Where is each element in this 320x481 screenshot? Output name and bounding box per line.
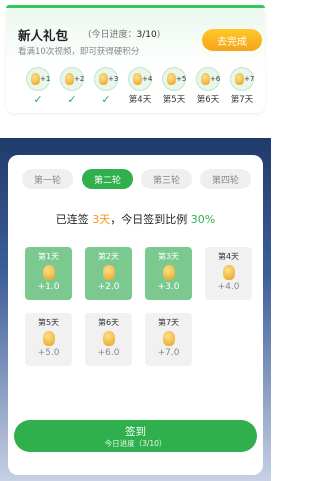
streak-days: 3天 — [92, 213, 111, 226]
coin-icon: +5 — [162, 67, 186, 91]
coin-icon — [102, 265, 115, 280]
signin-day-1: 第1天 +1.0 — [25, 247, 72, 300]
coin-icon — [102, 331, 115, 346]
tab-round-2[interactable]: 第二轮 — [82, 169, 133, 189]
coin-icon: +1 — [26, 67, 50, 91]
signin-day-label: 第4天 — [217, 252, 240, 261]
check-icon: ✓ — [33, 93, 43, 106]
gift-day-reward: +3 — [108, 75, 119, 83]
coin-icon: +7 — [230, 67, 254, 91]
gift-day-label: 第6天 — [196, 95, 220, 105]
gift-day-1: +1 ✓ — [24, 67, 52, 109]
check-icon: ✓ — [101, 93, 111, 106]
gift-day-2: +2 ✓ — [58, 67, 86, 109]
signin-day-value: +4.0 — [217, 282, 240, 292]
gift-day-reward: +4 — [142, 75, 153, 83]
signin-day-label: 第7天 — [157, 318, 180, 327]
signin-day-4: 第4天 +4.0 — [205, 247, 252, 300]
gift-day-label: 第4天 — [128, 95, 152, 105]
gift-day-7: +7 第7天 — [228, 67, 256, 109]
coin-icon — [222, 265, 235, 280]
gift-day-label: 第7天 — [230, 95, 254, 105]
signin-day-label: 第6天 — [97, 318, 120, 327]
check-icon: ✓ — [67, 93, 77, 106]
signin-day-2: 第2天 +2.0 — [85, 247, 132, 300]
gift-title: 新人礼包 — [18, 28, 69, 43]
gift-day-reward: +2 — [74, 75, 85, 83]
signin-day-value: +2.0 — [97, 282, 120, 292]
streak-middle: ，今日签到比例 — [110, 213, 191, 226]
gift-day-reward: +7 — [244, 75, 255, 83]
round-tabs: 第一轮 第二轮 第三轮 第四轮 — [22, 169, 252, 189]
gift-day-6: +6 第6天 — [194, 67, 222, 109]
signin-day-5: 第5天 +5.0 — [25, 313, 72, 366]
signin-day-value: +5.0 — [37, 348, 60, 358]
signin-day-grid: 第1天 +1.0 第2天 +2.0 第3天 +3.0 第4天 +4.0 第5天 … — [25, 247, 255, 377]
coin-icon — [162, 331, 175, 346]
signin-day-label: 第3天 — [157, 252, 180, 261]
gift-day-label: 第5天 — [162, 95, 186, 105]
sign-in-progress: 今日进度（3/10） — [104, 439, 167, 448]
coin-icon — [42, 331, 55, 346]
gift-day-3: +3 ✓ — [92, 67, 120, 109]
coin-icon: +3 — [94, 67, 118, 91]
gift-progress-value: 3/10 — [136, 30, 157, 40]
signin-day-value: +1.0 — [37, 282, 60, 292]
gift-progress: (今日进度：3/10) — [88, 27, 160, 40]
sign-in-button[interactable]: 签到 今日进度（3/10） — [14, 420, 257, 452]
coin-icon: +2 — [60, 67, 84, 91]
streak-prefix: 已连签 — [55, 213, 93, 226]
coin-icon — [162, 265, 175, 280]
gift-day-reward: +1 — [40, 75, 51, 83]
gift-description: 看满10次视频，即可获得硬积分 — [18, 47, 140, 57]
coin-icon: +6 — [196, 67, 220, 91]
tab-round-4[interactable]: 第四轮 — [200, 169, 251, 189]
signin-day-value: +6.0 — [97, 348, 120, 358]
tab-round-3[interactable]: 第三轮 — [141, 169, 192, 189]
signin-day-value: +3.0 — [157, 282, 180, 292]
sign-in-label: 签到 — [125, 426, 146, 438]
gift-day-row: +1 ✓ +2 ✓ +3 ✓ +4 第4天 +5 第5天 +6 第6天 +7 第… — [24, 67, 262, 109]
gift-day-reward: +6 — [210, 75, 221, 83]
gift-day-reward: +5 — [176, 75, 187, 83]
signin-day-label: 第2天 — [97, 252, 120, 261]
gift-day-4: +4 第4天 — [126, 67, 154, 109]
coin-icon — [42, 265, 55, 280]
gift-progress-suffix: ) — [156, 30, 161, 40]
signin-day-value: +7.0 — [157, 348, 180, 358]
signin-day-3: 第3天 +3.0 — [145, 247, 192, 300]
go-complete-button[interactable]: 去完成 — [202, 29, 262, 51]
streak-summary: 已连签 3天，今日签到比例 30% — [8, 211, 263, 227]
signin-day-6: 第6天 +6.0 — [85, 313, 132, 366]
gift-day-5: +5 第5天 — [160, 67, 188, 109]
tab-round-1[interactable]: 第一轮 — [22, 169, 73, 189]
streak-percent: 30% — [190, 213, 216, 226]
coin-icon: +4 — [128, 67, 152, 91]
new-user-gift-card: 新人礼包 (今日进度：3/10) 看满10次视频，即可获得硬积分 去完成 +1 … — [6, 5, 265, 113]
signin-day-label: 第5天 — [37, 318, 60, 327]
signin-day-7: 第7天 +7.0 — [145, 313, 192, 366]
gift-progress-prefix: (今日进度： — [88, 30, 137, 40]
signin-day-label: 第1天 — [37, 252, 60, 261]
